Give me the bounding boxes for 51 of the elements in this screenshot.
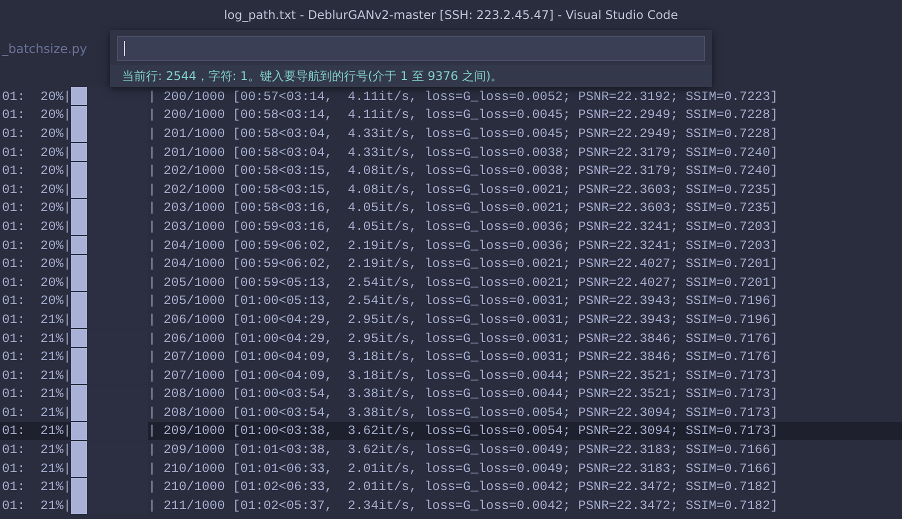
log-text: 01: 20%| bbox=[2, 88, 72, 104]
log-text: | 210/1000 [01:02<06:33, 2.01it/s, loss=G_loss=0.0042; PSNR=22.3472; SSIM=0.7182] bbox=[148, 479, 778, 494]
log-text: | 200/1000 [00:57<03:14, 4.11it/s, loss=G_loss=0.0052; PSNR=22.3192; SSIM=0.7223] bbox=[148, 88, 778, 104]
log-text: 01: 21%| bbox=[2, 460, 72, 476]
log-text: 01: 21%| bbox=[2, 479, 72, 494]
log-text: | 206/1000 [01:00<04:29, 2.95it/s, loss=G_loss=0.0031; PSNR=22.3943; SSIM=0.7196] bbox=[148, 312, 778, 327]
log-text: | 207/1000 [01:00<04:09, 3.18it/s, loss=G_loss=0.0031; PSNR=22.3846; SSIM=0.7176] bbox=[148, 349, 778, 364]
log-text: 01: 21%| bbox=[2, 442, 72, 458]
log-text: 01: 20%| bbox=[2, 274, 72, 290]
log-text: 01: 20%| bbox=[2, 107, 72, 122]
log-text: 01: 20%| bbox=[2, 182, 72, 197]
log-text: | 208/1000 [01:00<03:54, 3.38it/s, loss=G_loss=0.0044; PSNR=22.3521; SSIM=0.7173] bbox=[148, 386, 778, 402]
log-text: | 203/1000 [00:59<03:16, 4.05it/s, loss=G_loss=0.0036; PSNR=22.3241; SSIM=0.7203] bbox=[148, 218, 778, 234]
log-text: | 200/1000 [00:58<03:14, 4.11it/s, loss=G_loss=0.0045; PSNR=22.2949; SSIM=0.7228] bbox=[148, 107, 778, 122]
log-text: 01: 21%| bbox=[2, 349, 72, 364]
log-text: 01: 20%| bbox=[2, 293, 72, 308]
log-text: 01: 20%| bbox=[2, 238, 72, 253]
log-text: | 205/1000 [01:00<05:13, 2.54it/s, loss=G_loss=0.0031; PSNR=22.3943; SSIM=0.7196] bbox=[148, 293, 778, 308]
log-text: | 206/1000 [01:00<04:29, 2.95it/s, loss=G_loss=0.0031; PSNR=22.3846; SSIM=0.7176] bbox=[148, 330, 778, 346]
log-text: | 203/1000 [00:58<03:16, 4.05it/s, loss=G_loss=0.0021; PSNR=22.3603; SSIM=0.7235] bbox=[148, 200, 778, 216]
editor-tab[interactable]: _batchsize.py bbox=[0, 30, 96, 66]
log-text: 01: 20%| bbox=[2, 256, 72, 272]
log-text: | 205/1000 [00:59<05:13, 2.54it/s, loss=G_loss=0.0021; PSNR=22.4027; SSIM=0.7201] bbox=[148, 274, 778, 290]
log-text: | 202/1000 [00:58<03:15, 4.08it/s, loss=G_loss=0.0021; PSNR=22.3603; SSIM=0.7235] bbox=[148, 182, 778, 197]
log-text: | 209/1000 [01:01<03:38, 3.62it/s, loss=G_loss=0.0049; PSNR=22.3183; SSIM=0.7166] bbox=[148, 442, 778, 458]
log-text: | 211/1000 [01:02<05:37, 2.34it/s, loss=G_loss=0.0042; PSNR=22.3472; SSIM=0.7182] bbox=[148, 498, 778, 513]
log-text: 01: 21%| bbox=[2, 423, 72, 438]
log-text: 01: 20%| bbox=[2, 218, 72, 234]
log-text: 01: 21%| bbox=[2, 368, 72, 383]
log-text: 01: 21%| bbox=[2, 386, 72, 402]
log-text: | 201/1000 [00:58<03:04, 4.33it/s, loss=G_loss=0.0038; PSNR=22.3179; SSIM=0.7240] bbox=[148, 144, 778, 160]
log-text: | 209/1000 [01:00<03:38, 3.62it/s, loss=G_loss=0.0054; PSNR=22.3094; SSIM=0.7173] bbox=[148, 423, 778, 438]
log-text: 01: 21%| bbox=[2, 498, 72, 513]
log-text: | 202/1000 [00:58<03:15, 4.08it/s, loss=G_loss=0.0038; PSNR=22.3179; SSIM=0.7240] bbox=[148, 163, 778, 178]
log-text: 01: 20%| bbox=[2, 163, 72, 178]
log-text: | 204/1000 [00:59<06:02, 2.19it/s, loss=G_loss=0.0036; PSNR=22.3241; SSIM=0.7203] bbox=[148, 238, 778, 253]
text-caret-icon bbox=[124, 41, 125, 56]
input-field[interactable] bbox=[117, 36, 705, 61]
log-text: 01: 21%| bbox=[2, 312, 72, 327]
log-text: 01: 21%| bbox=[2, 330, 72, 346]
log-text: 01: 20%| bbox=[2, 144, 72, 160]
log-text: 01: 21%| bbox=[2, 404, 72, 420]
go-to-line-hint: 当前行: 2544，字符: 1。键入要导航到的行号(介于 1 至 9376 之间)。 bbox=[110, 65, 712, 87]
log-text: 01: 20%| bbox=[2, 126, 72, 141]
log-text: | 207/1000 [01:00<04:09, 3.18it/s, loss=G_loss=0.0044; PSNR=22.3521; SSIM=0.7173] bbox=[148, 368, 778, 383]
log-text: 01: 20%| bbox=[2, 200, 72, 216]
log-text: | 210/1000 [01:01<06:33, 2.01it/s, loss=G_loss=0.0049; PSNR=22.3183; SSIM=0.7166] bbox=[148, 460, 778, 476]
log-text: | 208/1000 [01:00<03:54, 3.38it/s, loss=G_loss=0.0054; PSNR=22.3094; SSIM=0.7173] bbox=[148, 404, 778, 420]
log-text: | 204/1000 [00:59<06:02, 2.19it/s, loss=G_loss=0.0021; PSNR=22.4027; SSIM=0.7201] bbox=[148, 256, 778, 272]
log-text: | 201/1000 [00:58<03:04, 4.33it/s, loss=G_loss=0.0045; PSNR=22.2949; SSIM=0.7228] bbox=[148, 126, 778, 141]
window-title: log_path.txt - DeblurGANv2-master [SSH: 223.2.45.47] - Visual Studio Code bbox=[224, 8, 678, 22]
